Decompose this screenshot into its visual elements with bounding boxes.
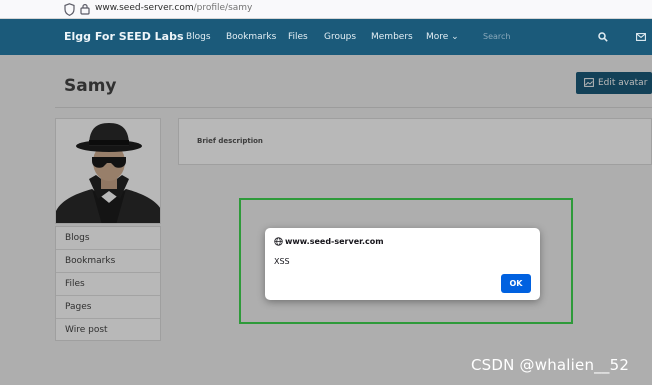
mail-icon[interactable]	[636, 33, 646, 41]
alert-dialog: www.seed-server.com XSS OK	[265, 228, 540, 300]
site-brand-link[interactable]: Elgg For SEED Labs	[64, 30, 184, 43]
url-host: www.seed-server.com	[95, 3, 194, 13]
globe-icon	[274, 237, 283, 246]
url-path: /profile/samy	[193, 3, 253, 13]
nav-item-files[interactable]: Files	[288, 32, 308, 42]
nav-item-blogs[interactable]: Blogs	[186, 32, 211, 42]
nav-item-members[interactable]: Members	[371, 32, 413, 42]
lock-icon[interactable]	[80, 3, 90, 15]
csdn-watermark: CSDN @whalien__52	[471, 356, 630, 374]
browser-url-bar[interactable]: www.seed-server.com/profile/samy	[0, 0, 652, 19]
search-icon[interactable]	[598, 32, 608, 42]
search-input[interactable]: Search	[476, 25, 586, 49]
dialog-message: XSS	[274, 257, 290, 266]
nav-item-groups[interactable]: Groups	[324, 32, 356, 42]
url-text[interactable]: www.seed-server.com/profile/samy	[95, 3, 252, 13]
nav-item-bookmarks[interactable]: Bookmarks	[226, 32, 276, 42]
nav-item-more[interactable]: More ⌄	[426, 32, 459, 42]
site-navbar: Elgg For SEED Labs Blogs Bookmarks Files…	[0, 19, 652, 55]
shield-icon[interactable]	[64, 3, 75, 16]
dialog-origin: www.seed-server.com	[285, 237, 384, 246]
ok-button[interactable]: OK	[501, 274, 531, 293]
search-placeholder: Search	[483, 32, 511, 41]
